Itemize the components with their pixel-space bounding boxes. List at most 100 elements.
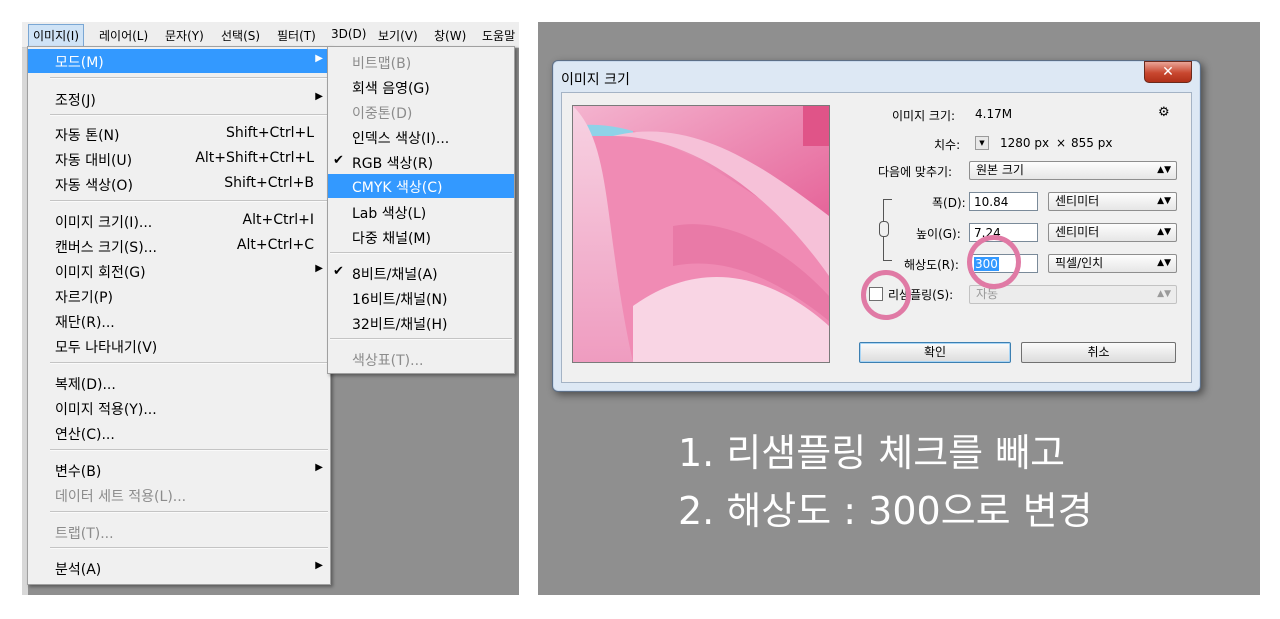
height-unit-select[interactable]: 센티미터 ▲▼	[1048, 223, 1177, 242]
caption-step-2: 2. 해상도 : 300으로 변경	[678, 489, 1093, 533]
menu-item-trim[interactable]: 재단(R)...	[28, 309, 330, 333]
submenu-item-cmyk-color[interactable]: CMYK 색상(C)	[328, 174, 514, 198]
menu-select[interactable]: 선택(S)	[221, 27, 260, 44]
updown-arrow-icon: ▲▼	[1157, 165, 1171, 175]
menu-item-duplicate[interactable]: 복제(D)...	[28, 371, 330, 395]
submenu-item-grayscale[interactable]: 회색 음영(G)	[328, 75, 514, 99]
submenu-item-label: Lab 색상(L)	[352, 206, 427, 222]
submenu-item-label: 이중톤(D)	[352, 106, 413, 122]
resample-method-value: 자동	[976, 287, 999, 301]
submenu-item-label: 다중 채널(M)	[352, 231, 431, 247]
menu-layer[interactable]: 레이어(L)	[99, 27, 148, 44]
chain-link-icon[interactable]	[879, 221, 889, 237]
resolution-unit-select[interactable]: 픽셀/인치 ▲▼	[1048, 254, 1177, 273]
gear-icon[interactable]: ⚙	[1158, 105, 1170, 120]
menu-separator	[50, 114, 328, 116]
cancel-button[interactable]: 취소	[1021, 342, 1176, 363]
submenu-item-8bit[interactable]: ✔ 8비트/채널(A)	[328, 261, 514, 285]
menu-item-image-size[interactable]: 이미지 크기(I)... Alt+Ctrl+I	[28, 209, 330, 233]
submenu-item-multichannel[interactable]: 다중 채널(M)	[328, 225, 514, 249]
submenu-item-rgb-color[interactable]: ✔ RGB 색상(R)	[328, 150, 514, 174]
menu-help[interactable]: 도움말	[482, 27, 515, 44]
menu-item-label: 연산(C)...	[55, 427, 115, 443]
submenu-arrow-icon: ▶	[315, 263, 323, 274]
menu-item-label: 분석(A)	[55, 562, 102, 578]
dialog-body: 이미지 크기: 4.17M ⚙ 치수: ▼ 1280 px × 855 px 다…	[561, 92, 1192, 383]
submenu-item-indexed-color[interactable]: 인덱스 색상(I)...	[328, 125, 514, 149]
menu-item-shortcut: Alt+Shift+Ctrl+L	[195, 150, 314, 166]
menu-item-adjustments[interactable]: 조정(J) ▶	[28, 87, 330, 111]
resolution-unit-value: 픽셀/인치	[1055, 256, 1104, 270]
dimensions-dropdown-icon[interactable]: ▼	[975, 136, 989, 150]
submenu-item-label: CMYK 색상(C)	[352, 180, 443, 196]
dimensions-label: 치수:	[934, 138, 961, 152]
menu-separator	[50, 547, 328, 549]
submenu-item-label: 색상표(T)...	[352, 353, 424, 369]
image-menu: 모드(M) ▶ 조정(J) ▶ 자동 톤(N) Shift+Ctrl+L 자동 …	[27, 46, 331, 585]
menu-item-shortcut: Shift+Ctrl+B	[224, 175, 314, 191]
submenu-item-label: 32비트/채널(H)	[352, 317, 448, 333]
menu-image[interactable]: 이미지(I)	[28, 24, 85, 47]
submenu-item-label: 비트맵(B)	[352, 56, 412, 72]
menu-item-auto-tone[interactable]: 자동 톤(N) Shift+Ctrl+L	[28, 122, 330, 146]
submenu-item-label: RGB 색상(R)	[352, 156, 434, 172]
menu-window[interactable]: 창(W)	[434, 27, 466, 44]
submenu-item-label: 8비트/채널(A)	[352, 267, 438, 283]
menu-3d[interactable]: 3D(D)	[331, 27, 366, 41]
submenu-item-32bit[interactable]: 32비트/채널(H)	[328, 311, 514, 335]
menu-item-label: 자동 대비(U)	[55, 153, 133, 169]
width-input[interactable]: 10.84	[969, 192, 1038, 211]
submenu-item-label: 16비트/채널(N)	[352, 292, 448, 308]
width-unit-select[interactable]: 센티미터 ▲▼	[1048, 192, 1177, 211]
menu-item-mode[interactable]: 모드(M) ▶	[28, 49, 330, 73]
photoshop-menu-screenshot: 이미지(I) 레이어(L) 문자(Y) 선택(S) 필터(T) 3D(D) 보기…	[22, 22, 519, 595]
menu-item-label: 복제(D)...	[55, 377, 116, 393]
fit-to-select[interactable]: 원본 크기 ▲▼	[969, 161, 1177, 180]
menu-item-analysis[interactable]: 분석(A) ▶	[28, 556, 330, 580]
dimensions-width: 1280 px	[1000, 136, 1050, 150]
fit-to-value: 원본 크기	[976, 163, 1024, 177]
menu-item-label: 트랩(T)...	[55, 526, 114, 542]
menu-item-label: 이미지 크기(I)...	[55, 215, 153, 231]
menu-item-image-rotation[interactable]: 이미지 회전(G) ▶	[28, 259, 330, 283]
width-unit-value: 센티미터	[1055, 194, 1100, 208]
menu-item-crop[interactable]: 자르기(P)	[28, 284, 330, 308]
menu-item-shortcut: Shift+Ctrl+L	[226, 125, 314, 141]
menu-item-canvas-size[interactable]: 캔버스 크기(S)... Alt+Ctrl+C	[28, 234, 330, 258]
menu-item-label: 조정(J)	[55, 93, 96, 109]
menu-item-trap: 트랩(T)...	[28, 520, 330, 544]
menu-item-shortcut: Alt+Ctrl+I	[242, 212, 314, 228]
ok-button[interactable]: 확인	[859, 342, 1011, 363]
submenu-item-label: 회색 음영(G)	[352, 81, 430, 97]
close-button[interactable]: ✕	[1144, 61, 1192, 83]
height-unit-value: 센티미터	[1055, 225, 1100, 239]
menu-view[interactable]: 보기(V)	[378, 27, 418, 44]
checkmark-icon: ✔	[333, 153, 344, 168]
image-size-dialog: 이미지 크기 ✕ 이미지 크기: 4.17M ⚙ 치수: ▼ 1280 px ×…	[552, 60, 1201, 392]
resolution-label: 해상도(R):	[904, 258, 959, 272]
submenu-item-16bit[interactable]: 16비트/채널(N)	[328, 286, 514, 310]
image-size-value: 4.17M	[975, 107, 1013, 121]
submenu-item-color-table: 색상표(T)...	[328, 347, 514, 371]
dimensions-height: 855 px	[1071, 136, 1113, 150]
caption-step-1: 1. 리샘플링 체크를 빼고	[678, 431, 1066, 475]
menu-item-calculations[interactable]: 연산(C)...	[28, 421, 330, 445]
menu-item-variables[interactable]: 변수(B) ▶	[28, 458, 330, 482]
annotation-circle-resample	[861, 270, 911, 320]
menu-item-apply-image[interactable]: 이미지 적용(Y)...	[28, 396, 330, 420]
menu-item-auto-contrast[interactable]: 자동 대비(U) Alt+Shift+Ctrl+L	[28, 147, 330, 171]
updown-arrow-icon: ▲▼	[1157, 196, 1171, 206]
updown-arrow-icon: ▲▼	[1157, 289, 1171, 299]
image-size-label: 이미지 크기:	[892, 109, 956, 123]
menu-item-label: 모드(M)	[55, 55, 104, 71]
submenu-item-label: 인덱스 색상(I)...	[352, 131, 450, 147]
dialog-title: 이미지 크기	[561, 72, 630, 88]
menu-item-label: 자르기(P)	[55, 290, 114, 306]
menu-filter[interactable]: 필터(T)	[277, 27, 316, 44]
menu-item-reveal-all[interactable]: 모두 나타내기(V)	[28, 334, 330, 358]
submenu-arrow-icon: ▶	[315, 91, 323, 102]
menu-item-auto-color[interactable]: 자동 색상(O) Shift+Ctrl+B	[28, 172, 330, 196]
menu-type[interactable]: 문자(Y)	[165, 27, 204, 44]
submenu-item-lab-color[interactable]: Lab 색상(L)	[328, 200, 514, 224]
menu-item-label: 재단(R)...	[55, 315, 115, 331]
